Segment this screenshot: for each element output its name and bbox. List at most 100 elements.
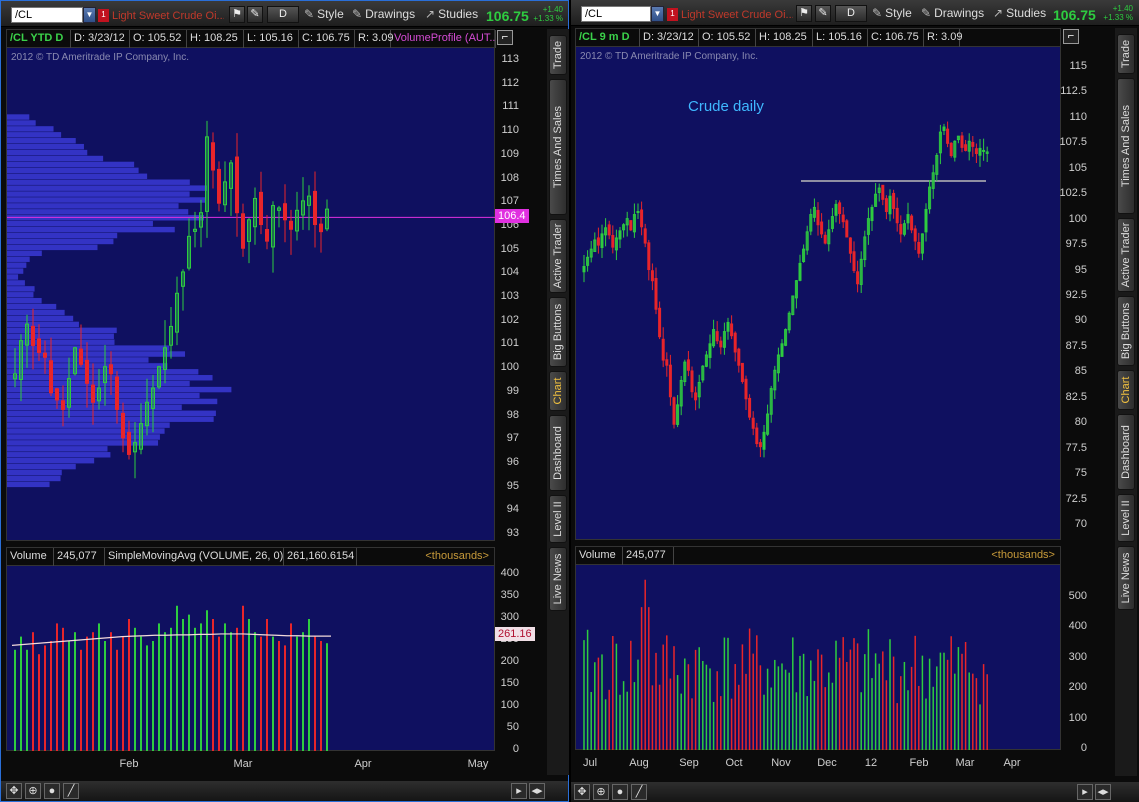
- right-volume-units: <thousands>: [991, 549, 1055, 561]
- chart-annotation[interactable]: Crude daily: [688, 98, 764, 115]
- volume-profile-bar: [7, 179, 190, 185]
- right-flag-icon[interactable]: ⚑: [796, 5, 812, 22]
- left-volume-profile-study[interactable]: VolumeProfile (AUT...: [391, 30, 496, 48]
- side-tab-trade[interactable]: Trade: [1117, 34, 1135, 74]
- volume-profile-bar: [7, 256, 30, 262]
- side-tab-dashboard[interactable]: Dashboard: [549, 415, 567, 491]
- side-tab-times-and-sales[interactable]: Times And Sales: [1117, 78, 1135, 214]
- left-volume-chart[interactable]: Volume 245,077 SimpleMovingAvg (VOLUME, …: [6, 547, 495, 751]
- right-zoom-icon[interactable]: ●: [612, 784, 628, 800]
- volume-profile-bar: [7, 185, 207, 191]
- side-tab-chart[interactable]: Chart: [549, 371, 567, 411]
- studies-icon: ↗: [993, 6, 1004, 20]
- left-style-button[interactable]: ✎ Style: [304, 7, 344, 21]
- side-tab-live-news[interactable]: Live News: [549, 547, 567, 611]
- side-tab-label: Times And Sales: [552, 105, 564, 189]
- right-symbol-dropdown-icon[interactable]: ▼: [651, 6, 664, 22]
- right-aggregation-button[interactable]: D: [835, 5, 867, 22]
- volume-profile-bar: [7, 463, 76, 470]
- left-time-axis: Feb Mar Apr May: [6, 758, 495, 772]
- candle-body: [946, 128, 950, 144]
- right-price-tick: 100: [1068, 212, 1087, 225]
- volume-profile-bar: [7, 416, 214, 422]
- right-date-tick: Oct: [725, 757, 743, 769]
- side-tab-chart[interactable]: Chart: [1117, 370, 1135, 410]
- left-aggregation-button[interactable]: D: [267, 6, 299, 23]
- volume-profile-bar: [7, 209, 189, 215]
- right-price-tick: 85: [1074, 365, 1087, 378]
- right-price-axis: 115 112.5 110 107.5 105 102.5 100 97.5 95 92.5 90 8…: [1059, 28, 1087, 540]
- style-icon: ✎: [304, 7, 315, 21]
- volume-profile-bar: [7, 380, 190, 387]
- right-price-tick: 115: [1069, 60, 1087, 72]
- left-symbol-input[interactable]: /CL: [11, 7, 83, 23]
- left-symbol-dropdown-icon[interactable]: ▼: [83, 7, 96, 23]
- right-volume-axis: 500 400 300 200 100 0: [1061, 546, 1087, 754]
- right-zoom-in-icon[interactable]: ⊕: [593, 784, 609, 800]
- volume-profile-bar: [7, 167, 139, 174]
- candle-body: [913, 228, 917, 242]
- left-studies-button[interactable]: ↗ Studies: [425, 7, 478, 21]
- side-tab-level-ii[interactable]: Level II: [1117, 494, 1135, 542]
- side-tab-active-trader[interactable]: Active Trader: [1117, 218, 1135, 292]
- right-link-badge[interactable]: 1: [667, 8, 678, 21]
- left-volume-label: Volume: [7, 548, 54, 566]
- side-tab-dashboard[interactable]: Dashboard: [1117, 414, 1135, 490]
- left-volume-tick: 0: [512, 743, 519, 755]
- side-tab-live-news[interactable]: Live News: [1117, 546, 1135, 610]
- right-symbol-input[interactable]: /CL: [581, 6, 651, 22]
- right-scroll-right-icon[interactable]: ▸: [1077, 784, 1093, 800]
- left-price-chart[interactable]: /CL YTD D D: 3/23/12 O: 105.52 H: 108.25…: [6, 29, 496, 541]
- right-drawings-button[interactable]: ✎ Drawings: [921, 6, 984, 20]
- candle-body: [629, 220, 633, 231]
- side-tab-big-buttons[interactable]: Big Buttons: [1117, 296, 1135, 366]
- left-wrench-icon[interactable]: ✎: [247, 6, 263, 23]
- left-expand-icon[interactable]: ◂▸: [529, 783, 545, 799]
- side-tab-active-trader[interactable]: Active Trader: [549, 219, 567, 293]
- left-zoom-in-icon[interactable]: ⊕: [25, 783, 41, 799]
- right-expand-icon[interactable]: ◂▸: [1095, 784, 1111, 800]
- left-change-abs: +1.40: [542, 5, 563, 14]
- right-low: L: 105.16: [813, 29, 868, 47]
- left-draw-line-icon[interactable]: ╱: [63, 783, 79, 799]
- right-wrench-icon[interactable]: ✎: [815, 5, 831, 22]
- volume-profile-bar: [7, 161, 135, 168]
- volume-profile-bar: [7, 321, 79, 328]
- left-scroll-right-icon[interactable]: ▸: [511, 783, 527, 799]
- side-tab-level-ii[interactable]: Level II: [549, 495, 567, 543]
- candle-body: [982, 149, 986, 152]
- candle-body: [852, 251, 856, 272]
- candle-body: [611, 235, 615, 248]
- left-price-tick: 94: [506, 503, 519, 516]
- left-pan-icon[interactable]: ✥: [6, 783, 22, 799]
- left-date-tick: Mar: [233, 758, 253, 770]
- candle-body: [748, 397, 752, 418]
- right-pan-icon[interactable]: ✥: [574, 784, 590, 800]
- side-tab-label: Live News: [1120, 552, 1132, 604]
- left-link-badge[interactable]: 1: [98, 9, 109, 22]
- left-volume-tick: 400: [500, 567, 519, 579]
- side-tab-trade[interactable]: Trade: [549, 35, 567, 75]
- right-draw-line-icon[interactable]: ╱: [631, 784, 647, 800]
- left-zoom-icon[interactable]: ●: [44, 783, 60, 799]
- left-low: L: 105.16: [244, 30, 299, 48]
- side-tab-big-buttons[interactable]: Big Buttons: [549, 297, 567, 367]
- volume-profile-bar: [7, 238, 114, 245]
- left-price-tick: 98: [506, 408, 519, 421]
- left-price-tick: 97: [506, 432, 519, 445]
- right-price-chart[interactable]: /CL 9 m D D: 3/23/12 O: 105.52 H: 108.25…: [575, 28, 1061, 540]
- right-style-button[interactable]: ✎ Style: [872, 6, 912, 20]
- candle-body: [841, 214, 845, 223]
- candle-body: [49, 360, 53, 394]
- right-studies-button[interactable]: ↗ Studies: [993, 6, 1046, 20]
- right-volume-chart[interactable]: Volume 245,077 <thousands>: [575, 546, 1061, 750]
- left-high: H: 108.25: [187, 30, 244, 48]
- candle-body: [55, 388, 59, 401]
- volume-profile-bar: [7, 392, 200, 399]
- candle-body: [31, 325, 35, 346]
- left-flag-icon[interactable]: ⚑: [229, 6, 245, 23]
- left-price-tick: 107: [500, 195, 519, 208]
- left-drawings-button[interactable]: ✎ Drawings: [352, 7, 415, 21]
- left-sma-study[interactable]: SimpleMovingAvg (VOLUME, 26, 0): [105, 548, 284, 566]
- side-tab-times-and-sales[interactable]: Times And Sales: [549, 79, 567, 215]
